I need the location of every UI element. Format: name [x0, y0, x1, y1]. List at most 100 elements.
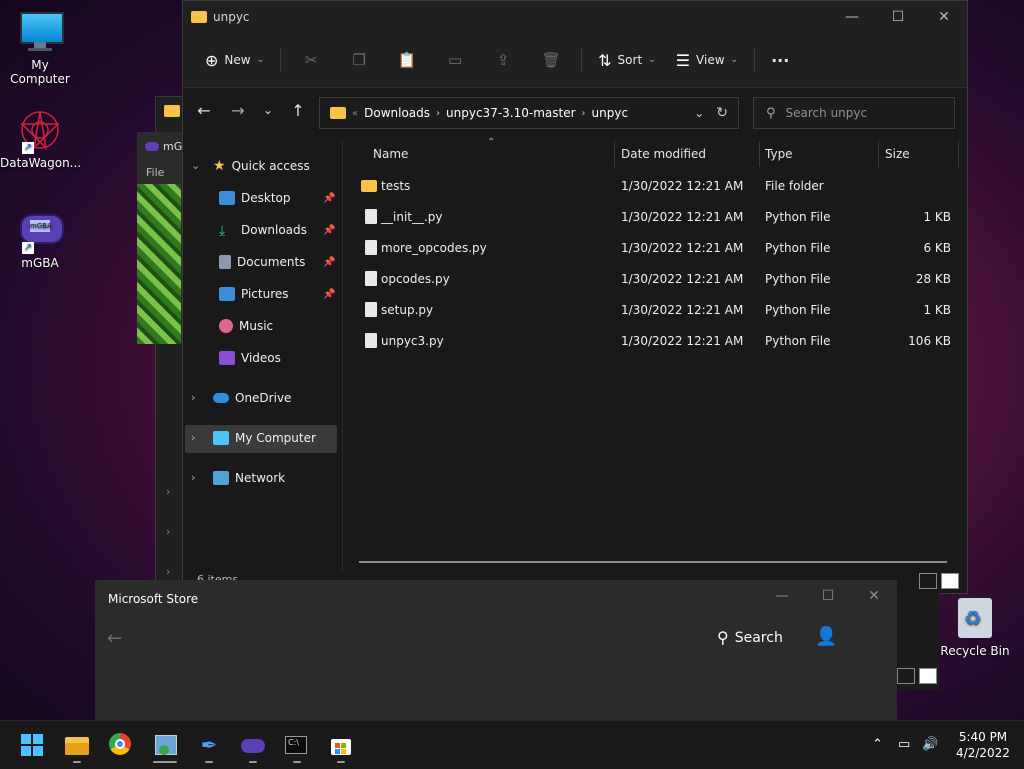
chevron-right-icon[interactable]: ›	[436, 108, 440, 119]
breadcrumb-unpyc37[interactable]: unpyc37-3.10-master	[446, 106, 576, 120]
volume-icon[interactable]: 🔊	[922, 737, 938, 752]
column-date-modified[interactable]: Date modified	[621, 147, 706, 161]
sort-button[interactable]: ⇅ Sort ⌄	[588, 51, 666, 70]
desktop-icon-recycle-bin[interactable]: Recycle Bin	[940, 598, 1010, 658]
file-size: 1 KB	[923, 303, 951, 317]
desktop-icon-my-computer[interactable]: My Computer	[0, 10, 80, 86]
column-type[interactable]: Type	[765, 147, 793, 161]
column-divider[interactable]	[759, 141, 760, 167]
nav-quick-access[interactable]: ⌄ ★ Quick access	[183, 151, 341, 181]
pin-icon[interactable]: 📌	[323, 225, 335, 236]
pin-icon[interactable]: 📌	[323, 289, 335, 300]
show-hidden-icons-icon[interactable]: ⌃	[872, 737, 883, 752]
tiles-view-button[interactable]	[919, 668, 937, 684]
clock[interactable]: 5:40 PM 4/2/2022	[950, 729, 1016, 761]
rename-icon[interactable]: ▭	[431, 51, 479, 69]
background-window-mgba[interactable]: mG File	[137, 132, 183, 344]
pin-icon[interactable]: 📌	[323, 257, 335, 268]
nav-onedrive[interactable]: › OneDrive	[183, 383, 341, 413]
background-window[interactable]	[895, 592, 939, 690]
column-headers: Name ⌃ Date modified Type Size	[359, 137, 963, 167]
control-panel-icon[interactable]	[153, 733, 177, 763]
search-box[interactable]: ⚲ Search unpyc	[753, 97, 955, 129]
nav-downloads[interactable]: ⤓ Downloads 📌	[219, 215, 341, 245]
chevron-down-icon: ⌄	[648, 55, 656, 65]
details-view-button[interactable]	[897, 668, 915, 684]
view-button[interactable]: ☰ View ⌄	[666, 51, 748, 70]
chevron-right-icon[interactable]: ›	[582, 108, 586, 119]
title-bar[interactable]: unpyc — ☐ ✕	[183, 1, 967, 33]
nav-network[interactable]: › Network	[183, 463, 341, 493]
file-row-tests[interactable]: tests 1/30/2022 12:21 AM File folder	[359, 171, 963, 201]
start-icon[interactable]	[20, 733, 44, 757]
breadcrumb-unpyc[interactable]: unpyc	[592, 106, 629, 120]
maximize-button[interactable]: ☐	[875, 9, 921, 25]
column-divider[interactable]	[958, 141, 959, 167]
file-row-init[interactable]: __init__.py 1/30/2022 12:21 AM Python Fi…	[359, 202, 963, 232]
close-button[interactable]: ✕	[851, 588, 897, 604]
more-button[interactable]: ···	[761, 51, 799, 70]
refresh-icon[interactable]: ↻	[716, 105, 728, 121]
column-name[interactable]: Name	[373, 147, 408, 161]
column-divider[interactable]	[614, 141, 615, 167]
menu-file[interactable]: File	[146, 166, 164, 179]
store-icon[interactable]	[329, 733, 353, 763]
minimize-button[interactable]: —	[829, 9, 875, 25]
share-icon[interactable]: ⇪	[479, 51, 527, 69]
nav-pictures[interactable]: Pictures 📌	[219, 279, 341, 309]
column-divider[interactable]	[878, 141, 879, 167]
pin-icon[interactable]: 📌	[323, 193, 335, 204]
pane-splitter[interactable]	[342, 141, 343, 571]
delete-icon[interactable]: 🗑	[527, 51, 575, 69]
search-input[interactable]: Search unpyc	[786, 106, 868, 120]
desktop-icon-datawagon[interactable]: ↗ DataWagon...	[0, 108, 81, 170]
monitor-icon	[16, 10, 64, 54]
documents-icon	[219, 255, 231, 269]
file-row-opcodes[interactable]: opcodes.py 1/30/2022 12:21 AM Python Fil…	[359, 264, 963, 294]
nav-my-computer[interactable]: › My Computer	[183, 423, 341, 453]
file-row-unpyc3[interactable]: unpyc3.py 1/30/2022 12:21 AM Python File…	[359, 326, 963, 356]
recycle-bin-icon	[958, 598, 992, 638]
back-arrow-icon[interactable]: ←	[107, 628, 122, 649]
new-button[interactable]: ⊕ New ⌄	[195, 51, 274, 70]
horizontal-scrollbar[interactable]	[359, 561, 947, 563]
file-row-more-opcodes[interactable]: more_opcodes.py 1/30/2022 12:21 AM Pytho…	[359, 233, 963, 263]
tiles-view-button[interactable]	[941, 573, 959, 589]
file-explorer-icon[interactable]	[65, 733, 89, 763]
nav-desktop[interactable]: Desktop 📌	[219, 183, 341, 213]
file-explorer-window[interactable]: unpyc — ☐ ✕ ⊕ New ⌄ ✂ ❐ 📋 ▭ ⇪ 🗑 ⇅ Sort ⌄…	[182, 0, 968, 594]
breadcrumb-downloads[interactable]: Downloads	[364, 106, 430, 120]
close-button[interactable]: ✕	[921, 9, 967, 25]
file-type: Python File	[765, 210, 831, 224]
maximize-button[interactable]: ☐	[805, 588, 851, 604]
desktop-icon-mgba[interactable]: mGBA ↗ mGBA	[0, 208, 80, 270]
user-account-icon[interactable]: 👤	[815, 626, 837, 647]
nav-documents[interactable]: Documents 📌	[219, 247, 341, 277]
terminal-icon[interactable]: C:\	[285, 733, 309, 763]
game-screen	[137, 184, 181, 344]
search-icon: ⚲	[717, 628, 729, 647]
back-arrow-icon[interactable]: ←	[187, 101, 221, 120]
file-date: 1/30/2022 12:21 AM	[621, 303, 744, 317]
cut-icon[interactable]: ✂	[287, 51, 335, 69]
copy-icon[interactable]: ❐	[335, 51, 383, 69]
pen-icon[interactable]: ✒	[197, 733, 221, 763]
nav-music[interactable]: Music	[219, 311, 341, 341]
column-size[interactable]: Size	[885, 147, 910, 161]
address-bar[interactable]: « Downloads › unpyc37-3.10-master › unpy…	[319, 97, 739, 129]
details-view-button[interactable]	[919, 573, 937, 589]
minimize-button[interactable]: —	[759, 588, 805, 604]
file-row-setup[interactable]: setup.py 1/30/2022 12:21 AM Python File …	[359, 295, 963, 325]
up-arrow-icon[interactable]: ↑	[281, 101, 315, 120]
mgba-icon[interactable]	[241, 733, 265, 763]
microsoft-store-window[interactable]: Microsoft Store — ☐ ✕ ← ⚲ Search 👤	[95, 580, 897, 720]
forward-arrow-icon[interactable]: →	[221, 101, 255, 120]
network-icon[interactable]: ▭	[898, 737, 910, 752]
paste-icon[interactable]: 📋	[383, 51, 431, 69]
store-search-button[interactable]: ⚲ Search	[717, 628, 783, 647]
chevron-down-icon[interactable]: ⌄	[694, 106, 704, 120]
recent-dropdown-icon[interactable]: ⌄	[255, 103, 281, 117]
overflow-icon[interactable]: «	[352, 108, 358, 119]
nav-videos[interactable]: Videos	[219, 343, 341, 373]
chrome-icon[interactable]	[109, 733, 133, 757]
